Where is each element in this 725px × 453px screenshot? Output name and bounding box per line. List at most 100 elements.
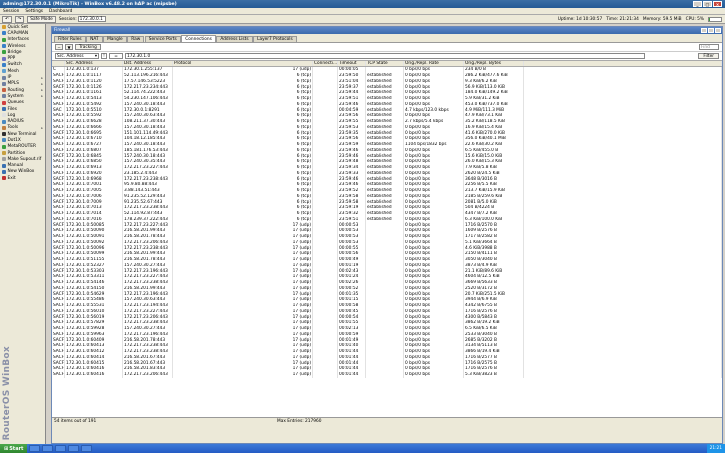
column-header[interactable] xyxy=(52,61,65,66)
table-row[interactable]: SACFs172.30.1.0:60416172.217.23.206:4431… xyxy=(52,371,722,378)
tab[interactable]: Connections xyxy=(181,35,216,42)
window-title: admin@172.30.0.1 (MikroTik) - WinBox v6.… xyxy=(3,1,177,7)
menu-item-icon xyxy=(2,94,6,99)
menu-item-icon xyxy=(2,144,6,149)
remove-icon[interactable]: − xyxy=(55,44,63,50)
sidebar-item-label: Routing xyxy=(7,87,24,93)
menu-dashboard[interactable]: Dashboard xyxy=(49,9,72,14)
window-minimize-button[interactable] xyxy=(701,28,707,33)
minimize-button[interactable]: _ xyxy=(693,1,702,7)
window-maximize-button[interactable] xyxy=(708,28,714,33)
menu-session[interactable]: Session xyxy=(3,9,19,14)
windows-logo-icon: ⊞ xyxy=(4,445,9,452)
menu-item-icon xyxy=(2,157,6,162)
filter-operator[interactable]: = xyxy=(109,53,123,59)
find-input[interactable]: Find xyxy=(699,44,719,50)
sidebar-item-label: Queues xyxy=(7,100,24,106)
sidebar-item-label: Switch xyxy=(7,62,22,68)
column-header[interactable]: Connecti... xyxy=(313,61,338,66)
sidebar-item-label: Interfaces xyxy=(7,37,29,43)
menu-item-icon xyxy=(2,44,6,49)
sidebar-item[interactable]: Make Supout.rif xyxy=(0,156,45,162)
sidebar-item-label: Partition xyxy=(7,150,26,156)
firewall-window: Firewall Filter Rules NAT Mangle Raw Service… xyxy=(51,26,723,444)
tab[interactable]: Mangle xyxy=(103,35,127,42)
table-cell: 17 (udp) xyxy=(173,371,313,378)
uptime-text: Uptime: 1d 10:30:57 xyxy=(557,16,603,22)
sidebar-item-label: MetaROUTER xyxy=(7,144,37,150)
taskbar-app-icon[interactable] xyxy=(29,445,41,452)
close-button[interactable]: × xyxy=(713,1,722,7)
column-header[interactable]: Orig./Repl. Rate xyxy=(404,61,464,66)
column-header[interactable]: Orig./Repl. Bytes xyxy=(464,61,524,66)
redo-button[interactable]: ↷ xyxy=(14,15,25,23)
table-cell: 00:01:44 xyxy=(338,371,366,378)
cpu-meter xyxy=(708,16,722,22)
menu-item-icon xyxy=(2,62,6,67)
taskbar-app-icon[interactable] xyxy=(42,445,54,452)
column-header-filler xyxy=(524,61,722,66)
column-header[interactable]: Src. Address xyxy=(65,61,123,66)
sidebar-item-label: New WinBox xyxy=(7,169,35,175)
menu-item-icon xyxy=(2,107,6,111)
tab[interactable]: Raw xyxy=(127,35,145,42)
menu-item-icon xyxy=(2,125,6,130)
sidebar-item-label: System xyxy=(7,93,24,99)
column-header[interactable]: TCP State xyxy=(366,61,404,66)
sidebar-item[interactable]: Exit xyxy=(0,175,45,181)
table-cell: 5.3 KiB/3823 B xyxy=(464,371,524,378)
tab[interactable]: Layer7 Protocols xyxy=(253,35,297,42)
menu-item-icon xyxy=(2,176,6,181)
filter-icon[interactable]: ▼ xyxy=(65,44,73,50)
column-header[interactable]: Timeout xyxy=(338,61,366,66)
sidebar-brand: RouterOS WinBox xyxy=(2,345,12,440)
sidebar-item-label: Dot1X xyxy=(7,137,21,143)
menu-item-icon xyxy=(2,56,6,61)
session-label: Session: xyxy=(58,16,77,22)
table-cell: 172.217.23.206:443 xyxy=(123,371,173,378)
filter-value-input[interactable]: 172.30.1.0 xyxy=(125,53,645,59)
menu-item-icon xyxy=(2,169,6,174)
taskbar-app-icon[interactable] xyxy=(68,445,80,452)
main-toolbar: ↶ ↷ Safe Mode Session: 172.30.0.1 Uptime… xyxy=(0,15,725,24)
tab[interactable]: Address Lists xyxy=(216,35,253,42)
menu-settings[interactable]: Settings xyxy=(25,9,43,14)
menu-item-icon xyxy=(2,75,6,80)
column-header[interactable]: Dst. Address xyxy=(123,61,173,66)
menu-item-icon xyxy=(2,81,6,86)
tab[interactable]: Filter Rules xyxy=(54,35,86,42)
sidebar-item-label: IP xyxy=(7,75,12,81)
submenu-arrow-icon: ▸ xyxy=(41,125,43,130)
title-bar: admin@172.30.0.1 (MikroTik) - WinBox v6.… xyxy=(0,0,725,8)
tab[interactable]: Service Ports xyxy=(144,35,181,42)
menu-item-icon xyxy=(2,31,6,36)
menu-item-icon xyxy=(2,25,6,30)
tracking-button[interactable]: Tracking xyxy=(75,44,101,50)
firewall-tabs: Filter Rules NAT Mangle Raw Service Ports Con… xyxy=(52,35,722,42)
cpu-text: CPU: 5% xyxy=(685,16,704,22)
menu-item-icon xyxy=(2,119,6,124)
sidebar-item-label: Manual xyxy=(7,163,24,169)
taskbar: ⊞ Start 21:21 xyxy=(0,444,725,453)
window-close-button[interactable] xyxy=(715,28,721,33)
firewall-window-titlebar[interactable]: Firewall xyxy=(52,27,722,34)
filter-not-toggle[interactable]: ! xyxy=(101,53,107,59)
cpu-meter-fill xyxy=(709,17,710,21)
filter-button[interactable]: Filter xyxy=(698,53,719,59)
column-header[interactable]: Protocol xyxy=(173,61,313,66)
sidebar-item-label: RADIUS xyxy=(7,119,24,125)
taskbar-app-icon[interactable] xyxy=(81,445,93,452)
start-button[interactable]: ⊞ Start xyxy=(0,444,28,453)
menu-item-icon xyxy=(2,151,6,156)
status-area: Uptime: 1d 10:30:57 Time: 21:21:34 Memor… xyxy=(557,16,725,22)
sidebar-item-label: MPLS xyxy=(7,81,19,87)
maximize-button[interactable]: □ xyxy=(703,1,712,7)
session-field[interactable]: 172.30.0.1 xyxy=(77,16,106,22)
filter-field-select[interactable]: Src. Address xyxy=(55,53,99,59)
safe-mode-button[interactable]: Safe Mode xyxy=(27,15,56,23)
tab[interactable]: NAT xyxy=(86,35,103,42)
table-cell: 0 bps/0 bps xyxy=(404,371,464,378)
sidebar-item-label: CAPsMAN xyxy=(7,30,29,36)
undo-button[interactable]: ↶ xyxy=(2,15,12,23)
taskbar-app-icon[interactable] xyxy=(55,445,67,452)
